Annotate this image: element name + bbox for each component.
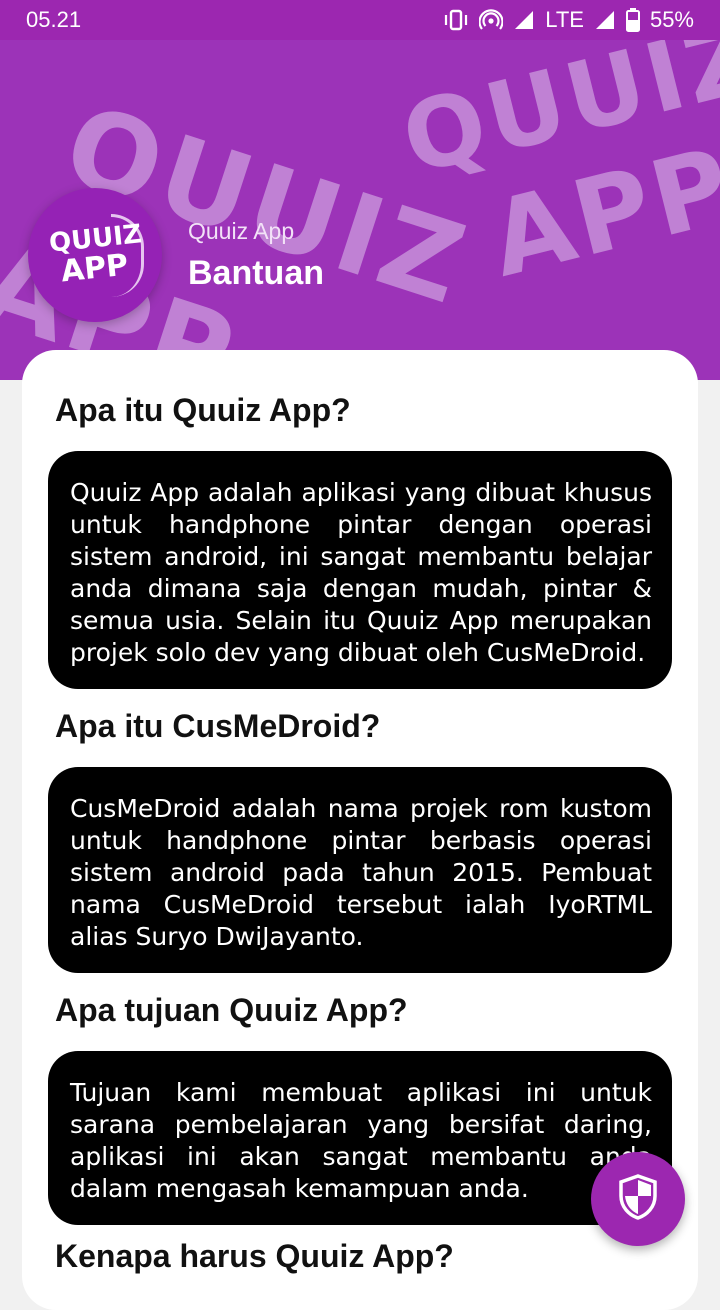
shield-icon [618,1173,658,1225]
hotspot-icon [479,9,504,31]
battery-icon [625,8,640,32]
vibrate-icon [443,9,469,31]
privacy-fab-button[interactable] [591,1152,685,1246]
signal-icon [513,9,535,31]
status-bar: 05.21 LTE 55% [0,0,720,40]
status-time: 05.21 [26,7,82,32]
faq-item: Apa tujuan Quuiz App? Tujuan kami membua… [48,992,672,1225]
faq-answer: Tujuan kami membuat aplikasi ini untuk s… [48,1051,672,1225]
faq-item: Kenapa harus Quuiz App? [48,1238,672,1297]
status-icons: LTE 55% [443,7,694,33]
battery-percent: 55% [649,7,694,32]
header: QUUIZ APP QUUIZ APP QUUIZ APP Quuiz App … [0,40,720,380]
signal-icon [594,9,616,31]
help-card: Apa itu Quuiz App? Quuiz App adalah apli… [22,350,698,1310]
network-type: LTE [545,7,584,32]
faq-answer: Quuiz App adalah aplikasi yang dibuat kh… [48,451,672,689]
logo-text: APP [59,247,131,290]
app-name: Quuiz App [188,218,295,244]
faq-question: Apa itu CusMeDroid? [55,708,381,744]
faq-question: Apa itu Quuiz App? [55,392,351,428]
faq-item: Apa itu CusMeDroid? CusMeDroid adalah na… [48,708,672,973]
faq-question: Apa tujuan Quuiz App? [55,992,408,1028]
app-logo: QUUIZ APP [28,188,162,322]
page-title: Bantuan [188,254,324,292]
faq-question: Kenapa harus Quuiz App? [55,1238,454,1274]
faq-answer: CusMeDroid adalah nama projek rom kustom… [48,767,672,973]
faq-item: Apa itu Quuiz App? Quuiz App adalah apli… [48,392,672,689]
